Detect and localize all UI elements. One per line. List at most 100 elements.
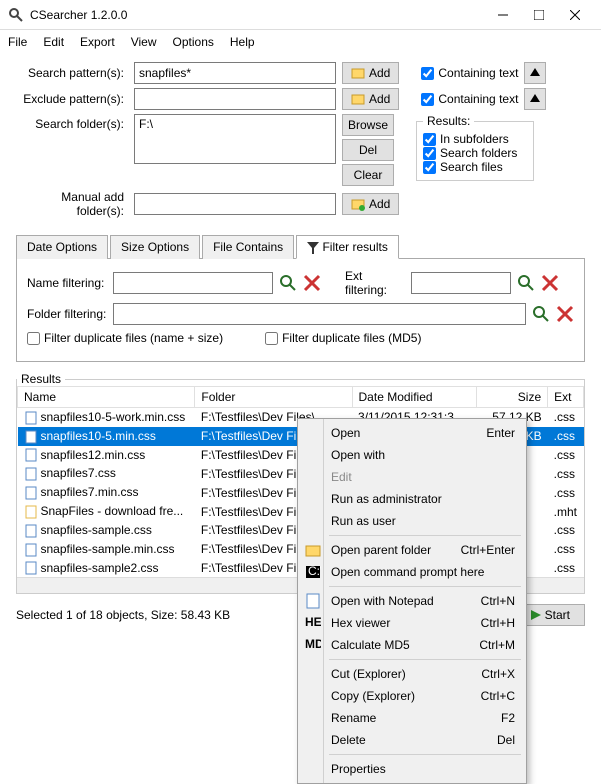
containing-text-1[interactable]: Containing text (421, 66, 518, 80)
ext-filtering-label: Ext filtering: (345, 269, 405, 297)
results-legend: Results (17, 372, 65, 386)
clear-icon[interactable] (541, 274, 559, 292)
search-files-check[interactable]: Search files (423, 160, 527, 174)
file-icon (24, 467, 38, 481)
md5-icon: MD5 (305, 637, 321, 653)
containing-text-2[interactable]: Containing text (421, 92, 518, 106)
notepad-icon (305, 593, 321, 609)
context-menu: OpenEnter Open with Edit Run as administ… (297, 418, 527, 784)
cm-properties[interactable]: Properties (301, 758, 523, 780)
menu-bar: File Edit Export View Options Help (0, 30, 601, 54)
folder-filtering-label: Folder filtering: (27, 307, 107, 321)
move-up-2-button[interactable] (524, 88, 546, 110)
app-icon (8, 7, 24, 23)
del-button[interactable]: Del (342, 139, 394, 161)
file-icon (24, 486, 38, 500)
manual-add-input[interactable] (134, 193, 336, 215)
folder-filtering-input[interactable] (113, 303, 526, 325)
file-icon (24, 448, 38, 462)
ext-filtering-input[interactable] (411, 272, 511, 294)
cm-edit: Edit (301, 466, 523, 488)
tab-date-options[interactable]: Date Options (16, 235, 108, 259)
search-icon[interactable] (279, 274, 297, 292)
cm-copy[interactable]: Copy (Explorer)Ctrl+C (301, 685, 523, 707)
folder-icon (305, 542, 321, 558)
cm-md5[interactable]: MD5Calculate MD5Ctrl+M (301, 634, 523, 656)
menu-file[interactable]: File (8, 35, 27, 49)
clear-button[interactable]: Clear (342, 164, 394, 186)
clear-icon[interactable] (556, 305, 574, 323)
menu-view[interactable]: View (131, 35, 157, 49)
search-icon[interactable] (532, 305, 550, 323)
title-bar: CSearcher 1.2.0.0 (0, 0, 601, 30)
add-pattern-button[interactable]: Add (342, 62, 399, 84)
hex-icon: HEX (305, 615, 321, 631)
filter-icon (307, 242, 319, 254)
tab-filter-results[interactable]: Filter results (296, 235, 399, 259)
cm-open-cmd[interactable]: C:\Open command prompt here (301, 561, 523, 583)
search-pattern-input[interactable] (134, 62, 336, 84)
svg-text:MD5: MD5 (305, 637, 321, 651)
dup-md5-check[interactable]: Filter duplicate files (MD5) (265, 331, 421, 345)
filter-tab-body: Name filtering: Ext filtering: Folder fi… (16, 259, 585, 362)
search-pattern-label: Search pattern(s): (16, 66, 128, 80)
search-icon[interactable] (517, 274, 535, 292)
name-filtering-input[interactable] (113, 272, 273, 294)
file-icon (24, 561, 38, 575)
exclude-pattern-label: Exclude pattern(s): (16, 92, 128, 106)
minimize-button[interactable] (485, 0, 521, 30)
svg-text:HEX: HEX (305, 615, 321, 629)
add-manual-button[interactable]: Add (342, 193, 399, 215)
col-folder[interactable]: Folder (195, 387, 352, 408)
in-subfolders-check[interactable]: In subfolders (423, 132, 527, 146)
cm-open[interactable]: OpenEnter (301, 422, 523, 444)
search-folder-label: Search folder(s): (16, 114, 128, 131)
results-options-legend: Results: (423, 114, 474, 128)
play-icon (531, 610, 541, 620)
add-exclude-button[interactable]: Add (342, 88, 399, 110)
col-size[interactable]: Size (477, 387, 548, 408)
svg-text:C:\: C:\ (308, 564, 321, 578)
selection-status: Selected 1 of 18 objects, Size: 58.43 KB (16, 608, 300, 622)
file-icon (24, 543, 38, 557)
manual-add-label: Manual add folder(s): (16, 190, 128, 218)
maximize-button[interactable] (521, 0, 557, 30)
tab-file-contains[interactable]: File Contains (202, 235, 294, 259)
menu-edit[interactable]: Edit (43, 35, 64, 49)
browse-button[interactable]: Browse (342, 114, 394, 136)
window-title: CSearcher 1.2.0.0 (30, 8, 485, 22)
cm-run-user[interactable]: Run as user (301, 510, 523, 532)
col-date[interactable]: Date Modified (352, 387, 477, 408)
col-name[interactable]: Name (18, 387, 195, 408)
col-ext[interactable]: Ext (548, 387, 584, 408)
file-icon (24, 411, 38, 425)
cm-delete[interactable]: DeleteDel (301, 729, 523, 751)
folder-plus-icon (351, 197, 365, 211)
search-form: Search pattern(s): Add Containing text E… (0, 54, 601, 226)
search-folders-check[interactable]: Search folders (423, 146, 527, 160)
menu-options[interactable]: Options (173, 35, 214, 49)
menu-help[interactable]: Help (230, 35, 255, 49)
menu-export[interactable]: Export (80, 35, 115, 49)
move-up-1-button[interactable] (524, 62, 546, 84)
search-folder-input[interactable]: F:\ (134, 114, 336, 164)
file-icon (24, 430, 38, 444)
cm-open-parent[interactable]: Open parent folderCtrl+Enter (301, 539, 523, 561)
folder-add-icon (351, 66, 365, 80)
exclude-pattern-input[interactable] (134, 88, 336, 110)
name-filtering-label: Name filtering: (27, 276, 107, 290)
cm-notepad[interactable]: Open with NotepadCtrl+N (301, 590, 523, 612)
cm-rename[interactable]: RenameF2 (301, 707, 523, 729)
options-tabs: Date Options Size Options File Contains … (16, 234, 585, 259)
dup-name-size-check[interactable]: Filter duplicate files (name + size) (27, 331, 223, 345)
cm-hex[interactable]: HEXHex viewerCtrl+H (301, 612, 523, 634)
cm-cut[interactable]: Cut (Explorer)Ctrl+X (301, 663, 523, 685)
cm-open-with[interactable]: Open with (301, 444, 523, 466)
close-button[interactable] (557, 0, 593, 30)
clear-icon[interactable] (303, 274, 321, 292)
tab-size-options[interactable]: Size Options (110, 235, 200, 259)
arrow-up-icon (530, 94, 540, 104)
file-icon (24, 505, 38, 519)
cm-run-admin[interactable]: Run as administrator (301, 488, 523, 510)
folder-add-icon (351, 92, 365, 106)
